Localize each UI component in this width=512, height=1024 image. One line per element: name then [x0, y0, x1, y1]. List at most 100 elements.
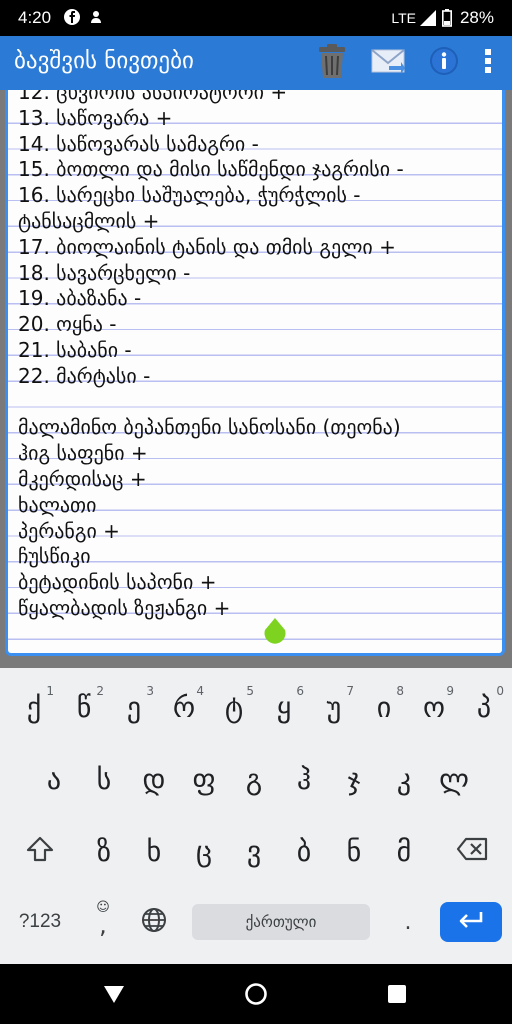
note-line: წყალბადის ზეჟანგი + [18, 595, 231, 620]
key-label: რ [172, 690, 196, 724]
notification-icon [88, 9, 104, 25]
key-ზ[interactable]: ზ [80, 824, 128, 878]
note-line: ბეტადინის საპონი + [18, 570, 217, 595]
key-label: დ [142, 762, 166, 796]
key-ჰ[interactable]: ჰ [280, 752, 328, 806]
key-label: ც [196, 834, 212, 868]
key-ყ[interactable]: ყ6 [260, 680, 308, 734]
battery-icon [442, 9, 452, 27]
key-დ[interactable]: დ [130, 752, 178, 806]
comma-label: , [99, 910, 107, 939]
key-მ[interactable]: მ [380, 824, 428, 878]
backspace-icon [456, 837, 488, 865]
key-ხ[interactable]: ხ [130, 824, 178, 878]
signal-icon [420, 10, 436, 26]
back-button[interactable] [103, 984, 125, 1008]
note-line: მალამინო ბეპანთენი სანოსანი (თეონა) [18, 415, 401, 440]
note-line: 12. ცხვირის ასპირატორი + [18, 90, 288, 104]
key-უ[interactable]: უ7 [310, 680, 358, 734]
key-hint: 4 [196, 684, 204, 698]
backspace-key[interactable] [444, 824, 500, 878]
note-line: 19. აბაზანა - [18, 286, 142, 311]
key-hint: 7 [346, 684, 354, 698]
key-წ[interactable]: წ2 [60, 680, 108, 734]
comma-key[interactable]: ☺ , [84, 894, 122, 942]
note-text[interactable]: 12. ცხვირის ასპირატორი +13. საწოვარა +14… [18, 90, 498, 622]
key-label: ა [46, 762, 62, 796]
space-key[interactable]: ქართული [192, 904, 370, 940]
navigation-bar [0, 964, 512, 1024]
key-label: ს [96, 762, 112, 796]
key-label: ფ [192, 762, 216, 796]
note-line: 18. სავარცხელი - [18, 260, 191, 285]
key-ს[interactable]: ს [80, 752, 128, 806]
note-line: 14. საწოვარას სამაგრი - [18, 131, 259, 156]
key-ე[interactable]: ე3 [110, 680, 158, 734]
key-ო[interactable]: ო9 [410, 680, 458, 734]
status-bar: 4:20 LTE 28% [0, 0, 512, 36]
note-line: ხალათი [18, 492, 97, 517]
delete-button[interactable] [304, 36, 360, 90]
network-type: LTE [391, 10, 416, 26]
key-label: გ [245, 762, 263, 796]
key-გ[interactable]: გ [230, 752, 278, 806]
note-line: 21. საბანი - [18, 337, 132, 362]
note-line: ტანსაცმლის + [18, 208, 160, 233]
enter-icon [457, 910, 485, 934]
key-ქ[interactable]: ქ1 [10, 680, 58, 734]
mail-icon [371, 48, 405, 78]
facebook-icon [64, 9, 80, 25]
key-hint: 2 [96, 684, 104, 698]
note-editor[interactable]: 12. ცხვირის ასპირატორი +13. საწოვარა +14… [5, 90, 505, 656]
note-line: 13. საწოვარა + [18, 105, 173, 130]
key-ფ[interactable]: ფ [180, 752, 228, 806]
app-bar: ბავშვის ნივთები [0, 36, 512, 90]
key-label: ნ [346, 834, 362, 868]
language-key[interactable] [134, 902, 174, 942]
key-label: უ [326, 690, 342, 724]
key-ნ[interactable]: ნ [330, 824, 378, 878]
key-label: ლ [439, 762, 469, 796]
key-label: ზ [96, 834, 111, 868]
key-label: ვ [246, 834, 262, 868]
email-button[interactable] [360, 36, 416, 90]
key-hint: 8 [396, 684, 404, 698]
key-ც[interactable]: ც [180, 824, 228, 878]
key-ლ[interactable]: ლ [430, 752, 478, 806]
key-label: წ [76, 690, 92, 724]
enter-key[interactable] [440, 902, 502, 942]
key-label: ჰ [296, 762, 312, 796]
key-label: ტ [224, 690, 244, 724]
soft-keyboard: ქ1წ2ე3რ4ტ5ყ6უ7ი8ო9პ0 ასდფგჰჯკლ ზხცვბნმ ?… [0, 668, 512, 964]
key-label: ქ [26, 690, 42, 724]
note-line: პერანგი + [18, 518, 120, 543]
key-ტ[interactable]: ტ5 [210, 680, 258, 734]
key-კ[interactable]: კ [380, 752, 428, 806]
key-ი[interactable]: ი8 [360, 680, 408, 734]
key-hint: 0 [496, 684, 504, 698]
recents-button[interactable] [388, 985, 406, 1007]
key-პ[interactable]: პ0 [460, 680, 508, 734]
note-line: 15. ბოთლი და მისი საწმენდი ჯაგრისი - [18, 157, 404, 182]
home-button[interactable] [244, 982, 268, 1010]
note-line: 20. ოყნა - [18, 312, 117, 337]
key-ვ[interactable]: ვ [230, 824, 278, 878]
period-key[interactable]: . [392, 902, 424, 942]
note-line: 17. ბიოლაინის ტანის და თმის გელი + [18, 234, 396, 259]
overflow-menu-button[interactable] [464, 36, 512, 90]
key-რ[interactable]: რ4 [160, 680, 208, 734]
status-time: 4:20 [18, 8, 52, 27]
key-label: ო [422, 690, 445, 724]
key-label: ბ [296, 834, 312, 868]
shift-key[interactable] [12, 824, 68, 878]
key-ა[interactable]: ა [30, 752, 78, 806]
key-label: ი [376, 690, 392, 724]
key-label: პ [476, 690, 492, 724]
key-ჯ[interactable]: ჯ [330, 752, 378, 806]
note-line: 16. სარეცხი საშუალება, ჭურჭლის - [18, 183, 361, 208]
cursor-handle[interactable] [263, 618, 287, 644]
more-vert-icon [484, 48, 492, 78]
info-icon [429, 46, 459, 80]
symbols-key[interactable]: ?123 [10, 904, 70, 940]
key-ბ[interactable]: ბ [280, 824, 328, 878]
